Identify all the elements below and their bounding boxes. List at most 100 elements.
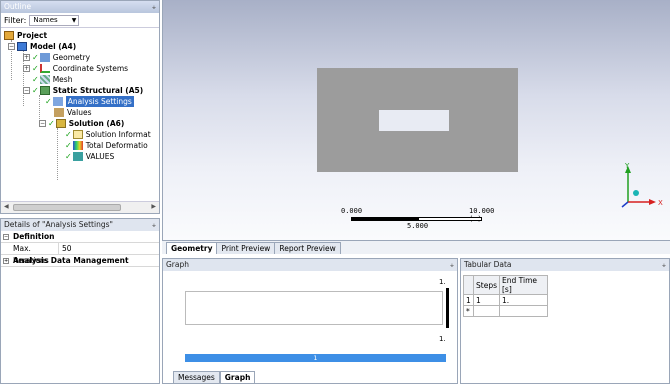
outline-title-text: Outline (4, 2, 32, 11)
graph-plot-area[interactable] (185, 291, 443, 325)
graph-y-top-label: 1. (439, 278, 446, 286)
solution-information-icon (72, 130, 83, 139)
tree-label: Model (A4) (30, 42, 77, 51)
check-icon: ✓ (65, 130, 72, 139)
scroll-left-icon[interactable]: ◀ (4, 203, 9, 210)
cell-end-time[interactable] (499, 305, 548, 317)
view-tabs: Geometry Print Preview Report Preview (162, 240, 670, 254)
tree-item-analysis-settings[interactable]: ✓ Analysis Settings (45, 96, 134, 107)
geometry-viewport[interactable]: 0.000 10.000 (m) 5.000 Y X (162, 0, 670, 240)
row-index: 1 (463, 294, 474, 306)
tree-label: Values (67, 108, 92, 117)
expand-icon[interactable]: + (23, 65, 30, 72)
scroll-thumb[interactable] (13, 204, 121, 211)
tree-label: Coordinate Systems (52, 64, 129, 73)
collapse-icon[interactable]: − (39, 120, 46, 127)
table-row-new[interactable]: * (463, 305, 548, 317)
details-panel: Details of "Analysis Settings" ⨨ − Defin… (0, 218, 160, 384)
tree-label: Mesh (52, 75, 73, 84)
cell-steps[interactable] (473, 305, 500, 317)
axis-x-label: X (658, 199, 663, 207)
tab-graph[interactable]: Graph (219, 371, 256, 383)
check-icon: ✓ (45, 97, 52, 106)
collapse-icon[interactable]: − (8, 43, 15, 50)
tree-label: Total Deformatio (85, 141, 148, 150)
details-title-text: Details of "Analysis Settings" (4, 220, 113, 229)
coordinate-system-icon (39, 64, 50, 73)
time-step-label: 1 (313, 354, 318, 362)
pin-icon[interactable]: ⨨ (450, 259, 454, 271)
check-icon: ✓ (65, 141, 72, 150)
collapse-icon[interactable]: − (23, 87, 30, 94)
tabular-title: Tabular Data ⨨ (461, 259, 669, 271)
tree-item-total-deformation[interactable]: ✓ Total Deformatio (65, 140, 148, 151)
analysis-settings-icon (52, 97, 63, 106)
column-header-steps[interactable]: Steps (473, 275, 500, 295)
outline-title: Outline ⨨ (1, 1, 159, 13)
expand-icon[interactable]: + (3, 258, 9, 264)
model-icon (17, 42, 27, 51)
cell-end-time[interactable]: 1. (499, 294, 548, 306)
group-label: Analysis Data Management (13, 256, 129, 265)
tree-label: Analysis Settings (65, 96, 134, 107)
mesh-icon (39, 75, 50, 84)
cell-steps[interactable]: 1 (473, 294, 500, 306)
details-title: Details of "Analysis Settings" ⨨ (1, 219, 159, 231)
tree-item-solution-information[interactable]: ✓ Solution Informat (65, 129, 151, 140)
tree-item-solution[interactable]: − ✓ Solution (A6) (39, 118, 124, 129)
property-value[interactable]: 50 (59, 243, 72, 254)
scroll-right-icon[interactable]: ▶ (151, 203, 156, 210)
table-header-row: Steps End Time [s] (463, 275, 548, 295)
tab-messages[interactable]: Messages (173, 371, 220, 383)
tree-item-coordinate-systems[interactable]: + ✓ Coordinate Systems (23, 63, 128, 74)
graph-title-text: Graph (166, 260, 190, 269)
tree-item-geometry[interactable]: + ✓ Geometry (23, 52, 90, 63)
group-definition[interactable]: − Definition (1, 231, 159, 243)
scale-bar-dark (351, 217, 418, 221)
tabular-table: Steps End Time [s] 1 1 1. * (463, 275, 548, 317)
row-max-iterations[interactable]: Max. Iterations 50 (1, 243, 159, 265)
time-step-bar[interactable]: 1 (185, 354, 446, 362)
tabular-title-text: Tabular Data (464, 260, 512, 269)
graph-panel: Graph ⨨ 1. 1. 1 Messages Graph (162, 258, 458, 384)
filter-select[interactable]: Names ▼ (29, 14, 80, 26)
scale-bar-light (418, 217, 482, 221)
tree-label: Static Structural (A5) (52, 86, 144, 95)
horizontal-scrollbar[interactable]: ◀ ▶ (1, 201, 159, 213)
tree-item-values-result[interactable]: ✓ VALUES (65, 151, 114, 162)
tree-item-project[interactable]: Project (4, 30, 47, 41)
tree-item-static-structural[interactable]: − ✓ Static Structural (A5) (23, 85, 143, 96)
solution-icon (55, 119, 66, 128)
filter-value: Names (33, 15, 58, 24)
deformation-icon (72, 141, 83, 150)
axis-triad-icon[interactable]: Y X (618, 162, 666, 212)
graph-time-marker (446, 288, 449, 328)
tree-item-values[interactable]: Values (54, 107, 92, 118)
pin-icon[interactable]: ⨨ (662, 259, 666, 271)
filter-label: Filter: (4, 15, 27, 25)
check-icon: ✓ (32, 75, 39, 84)
outline-panel: Outline ⨨ Filter: Names ▼ Project − Mode… (0, 0, 160, 214)
plate-hole (379, 110, 449, 131)
property-label: Max. Iterations (1, 243, 59, 265)
graph-y-bottom-label: 1. (439, 335, 446, 343)
tab-report-preview[interactable]: Report Preview (274, 242, 341, 254)
row-index: * (463, 305, 474, 317)
tree-item-model[interactable]: − Model (A4) (8, 41, 76, 52)
table-row[interactable]: 1 1 1. (463, 294, 548, 306)
expand-icon[interactable]: + (23, 54, 30, 61)
outline-tree: Project − Model (A4) + ✓ Geometry + ✓ Co… (1, 28, 159, 196)
column-header-end-time[interactable]: End Time [s] (499, 275, 548, 295)
tree-label: Solution (A6) (68, 119, 125, 128)
tab-print-preview[interactable]: Print Preview (216, 242, 276, 254)
graph-bottom-tabs: Messages Graph (173, 371, 256, 383)
scale-left-label: 0.000 (341, 207, 363, 215)
group-analysis-data-management[interactable]: + Analysis Data Management (1, 255, 159, 267)
tree-item-mesh[interactable]: ✓ Mesh (32, 74, 72, 85)
check-icon: ✓ (32, 53, 39, 62)
group-label: Definition (13, 232, 55, 241)
pin-icon[interactable]: ⨨ (152, 219, 156, 231)
pin-icon[interactable]: ⨨ (152, 1, 156, 13)
collapse-icon[interactable]: − (3, 234, 9, 240)
tab-geometry[interactable]: Geometry (166, 242, 218, 254)
